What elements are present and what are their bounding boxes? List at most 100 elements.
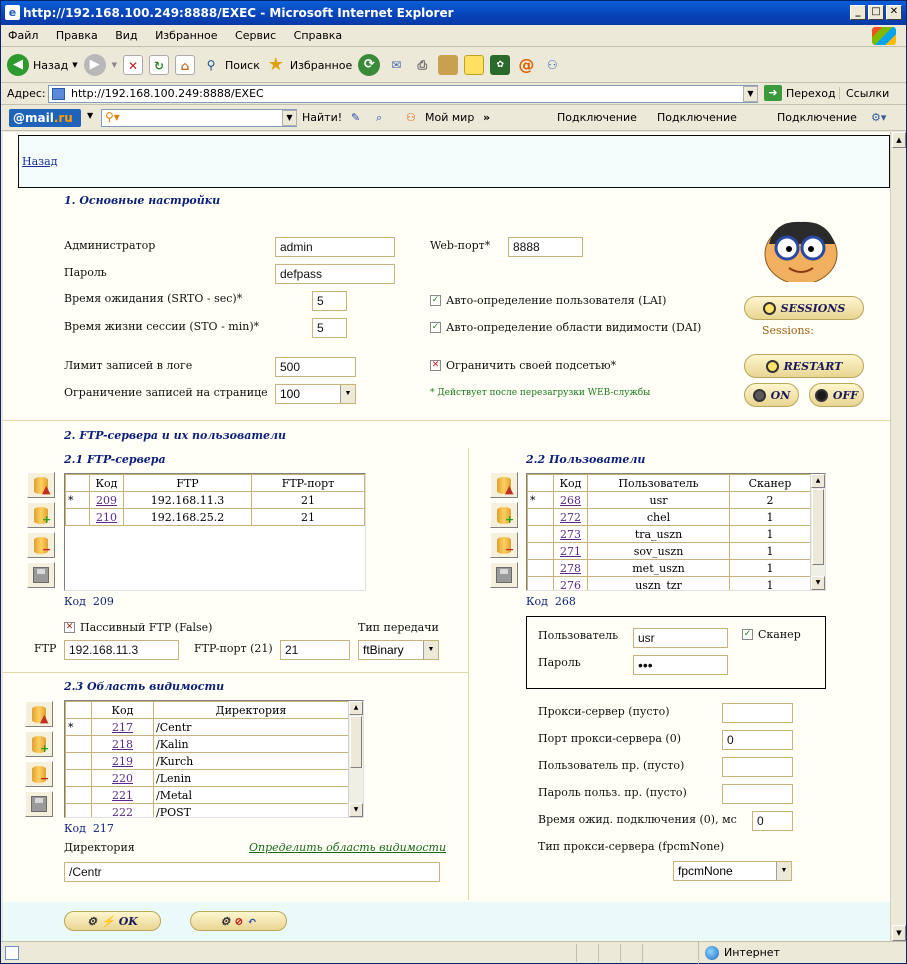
messenger-icon[interactable]: ⚇	[542, 55, 562, 75]
scroll-up-icon[interactable]: ▲	[892, 132, 906, 148]
address-dropdown-icon[interactable]: ▼	[743, 86, 758, 102]
discuss-icon[interactable]	[464, 55, 485, 75]
home-icon[interactable]: ⌂	[175, 55, 195, 75]
go-button[interactable]: ➜ Переход	[764, 85, 836, 101]
log-limit-input[interactable]: 500	[275, 357, 356, 377]
ok-button[interactable]: ⚙ ⚡ OK	[64, 911, 161, 931]
admin-input[interactable]: admin	[275, 237, 395, 257]
row-code-link[interactable]: 219	[112, 755, 133, 768]
table-row[interactable]: 273 tra_uszn 1	[527, 525, 811, 543]
dai-checkbox[interactable]: ✓	[430, 322, 441, 333]
timeout-input[interactable]: 0	[752, 811, 793, 831]
back-link[interactable]: Назад	[22, 155, 57, 168]
table-row[interactable]: 271 sov_uszn 1	[527, 542, 811, 560]
favorites-button[interactable]: ★ Избранное	[266, 55, 353, 75]
mailru-search-dropdown-icon[interactable]: ▼	[282, 110, 297, 126]
menu-file[interactable]: Файл	[1, 25, 45, 47]
table-row[interactable]: 219/Kurch	[65, 752, 349, 770]
row-code-link[interactable]: 276	[560, 579, 581, 591]
delete-user-button[interactable]: −	[490, 532, 518, 558]
passive-ftp-checkbox[interactable]: ✕	[64, 622, 75, 633]
visibility-grid-scrollbar[interactable]: ▲ ▼	[348, 701, 363, 817]
row-code-link[interactable]: 271	[560, 545, 581, 558]
scroll-up-icon[interactable]: ▲	[811, 474, 825, 488]
refresh-icon[interactable]: ↻	[149, 55, 169, 75]
mail-icon[interactable]: ✉	[386, 55, 406, 75]
table-row[interactable]: * 268 usr 2	[527, 491, 811, 509]
toolbar-options-icon[interactable]: ⚙▾	[871, 111, 886, 124]
on-button[interactable]: ON	[744, 383, 799, 407]
proxy-input[interactable]	[722, 703, 793, 723]
insert-user-button[interactable]: +	[490, 502, 518, 528]
mailru-search-input[interactable]: ⚲▾	[101, 109, 297, 127]
row-code-link[interactable]: 217	[112, 721, 133, 734]
at-icon[interactable]: @	[516, 55, 536, 75]
search-button[interactable]: ⚲ Поиск	[201, 55, 260, 75]
proxy-type-select[interactable]: fpcmNone ▼	[673, 861, 792, 881]
menu-help[interactable]: Справка	[287, 25, 349, 47]
table-row[interactable]: 276 uszn_tzr 1	[527, 576, 811, 591]
row-code-link[interactable]: 273	[560, 528, 581, 541]
ftp-input[interactable]: 192.168.11.3	[64, 640, 179, 660]
print-icon[interactable]: ⎙	[412, 55, 432, 75]
web-port-input[interactable]: 8888	[508, 237, 583, 257]
forward-button[interactable]: ▶	[83, 54, 106, 76]
chevron-right-icon[interactable]: »	[483, 111, 490, 124]
menu-tools[interactable]: Сервис	[228, 25, 283, 47]
row-code-link[interactable]: 218	[112, 738, 133, 751]
user-input[interactable]: usr	[633, 628, 728, 648]
find-button[interactable]: Найти!	[302, 111, 342, 124]
insert-dir-button[interactable]: +	[25, 731, 53, 757]
row-code-link[interactable]: 210	[96, 511, 117, 524]
pencil-icon[interactable]: ✎	[351, 111, 360, 124]
scroll-thumb[interactable]	[812, 489, 824, 565]
history-icon[interactable]: ⟳	[358, 54, 381, 76]
add-user-button[interactable]: ▲	[490, 472, 518, 498]
mailru-dropdown-icon[interactable]: ▼	[87, 111, 93, 120]
table-row[interactable]: 221/Metal	[65, 786, 349, 804]
lai-checkbox[interactable]: ✓	[430, 295, 441, 306]
user-password-input[interactable]: •••	[633, 655, 728, 675]
table-row[interactable]: 272 chel 1	[527, 508, 811, 526]
table-row[interactable]: 278 met_uszn 1	[527, 559, 811, 577]
connect-button-3[interactable]: Подключение	[777, 111, 857, 124]
directory-input[interactable]: /Centr	[64, 862, 440, 882]
proxy-pass-input[interactable]	[722, 784, 793, 804]
maximize-button[interactable]: □	[868, 5, 884, 20]
row-code-link[interactable]: 220	[112, 772, 133, 785]
mailru-logo[interactable]: @mail.ru	[9, 109, 81, 127]
scroll-down-icon[interactable]: ▼	[892, 925, 906, 941]
restart-button[interactable]: RESTART	[744, 354, 864, 378]
moi-mir-button[interactable]: Мой мир	[425, 111, 474, 124]
connect-button-1[interactable]: Подключение	[557, 111, 637, 124]
address-input[interactable]: http://192.168.100.249:8888/EXEC	[48, 85, 758, 103]
insert-ftp-button[interactable]: +	[27, 502, 55, 528]
stop-icon[interactable]: ✕	[123, 55, 143, 75]
row-code-link[interactable]: 268	[560, 494, 581, 507]
edit-icon[interactable]	[438, 55, 459, 75]
subnet-checkbox[interactable]: ✕	[430, 360, 441, 371]
users-grid-scrollbar[interactable]: ▲ ▼	[810, 474, 825, 590]
menu-favorites[interactable]: Избранное	[148, 25, 224, 47]
table-row[interactable]: 220/Lenin	[65, 769, 349, 787]
scanner-checkbox[interactable]: ✓	[742, 629, 753, 640]
row-code-link[interactable]: 221	[112, 789, 133, 802]
sessions-button[interactable]: SESSIONS	[744, 296, 864, 320]
srto-input[interactable]: 5	[312, 291, 347, 311]
menu-edit[interactable]: Правка	[49, 25, 105, 47]
back-button[interactable]: ◀ Назад ▼	[7, 54, 78, 76]
scroll-up-icon[interactable]: ▲	[349, 701, 363, 715]
row-code-link[interactable]: 209	[96, 494, 117, 507]
magnifier-icon[interactable]: ⌕	[376, 111, 382, 125]
page-scrollbar[interactable]: ▲ ▼	[890, 132, 906, 941]
proxy-user-input[interactable]	[722, 757, 793, 777]
scroll-down-icon[interactable]: ▼	[349, 803, 363, 817]
cancel-button[interactable]: ⚙ ⊘ ↶	[190, 911, 287, 931]
add-ftp-button[interactable]: ▲	[27, 472, 55, 498]
table-row[interactable]: 210 192.168.25.2 21	[65, 508, 365, 526]
scroll-thumb[interactable]	[350, 716, 362, 768]
close-button[interactable]: ✕	[886, 5, 902, 20]
connect-button-2[interactable]: Подключение	[657, 111, 737, 124]
row-code-link[interactable]: 278	[560, 562, 581, 575]
off-button[interactable]: OFF	[809, 383, 864, 407]
